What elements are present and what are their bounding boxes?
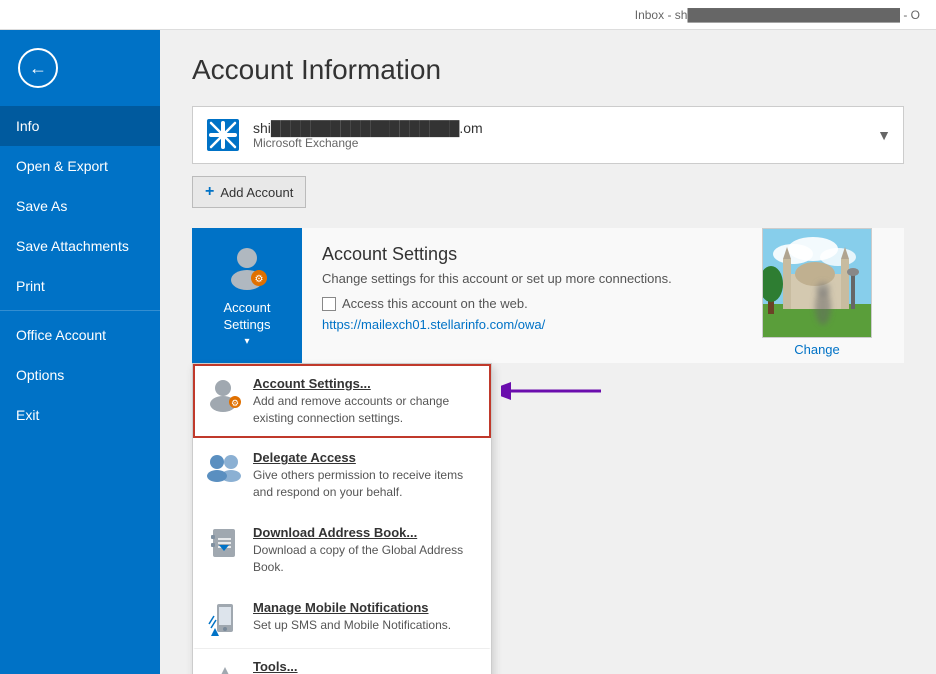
manage-mobile-icon (207, 600, 243, 636)
sidebar-item-save-attachments[interactable]: Save Attachments (0, 226, 160, 266)
account-dropdown-arrow-icon[interactable]: ▼ (877, 127, 891, 143)
account-settings-item-title: Account Settings... (253, 376, 477, 391)
web-access-label: Access this account on the web. (342, 296, 528, 311)
delegate-access-title: Delegate Access (253, 450, 477, 465)
sidebar-divider (0, 310, 160, 311)
back-button[interactable]: ← (8, 38, 68, 98)
account-settings-dropdown-menu: ⚙ Account Settings... Add and remove acc… (192, 363, 492, 674)
add-account-button[interactable]: + Add Account (192, 176, 306, 208)
account-type: Microsoft Exchange (253, 136, 891, 150)
account-settings-icon-button[interactable]: ⚙ Account Settings ▾ (192, 228, 302, 363)
svg-text:⚙: ⚙ (255, 274, 264, 285)
profile-photo-area: Change (762, 228, 872, 357)
download-address-book-text: Download Address Book... Download a copy… (253, 525, 477, 576)
sidebar-nav: Info Open & Export Save As Save Attachme… (0, 106, 160, 435)
sidebar-item-office-account[interactable]: Office Account (0, 315, 160, 355)
account-settings-container: ⚙ Account Settings ▾ Account Settings Ch… (192, 228, 904, 363)
tools-title: Tools... (253, 659, 477, 674)
purple-arrow-annotation (501, 376, 611, 406)
manage-mobile-text: Manage Mobile Notifications Set up SMS a… (253, 600, 477, 634)
plus-icon: + (205, 183, 214, 201)
sidebar-item-open-export[interactable]: Open & Export (0, 146, 160, 186)
account-settings-btn-icon: ⚙ (223, 244, 271, 292)
tools-icon (207, 659, 243, 674)
dropdown-item-download-address-book[interactable]: Download Address Book... Download a copy… (193, 513, 491, 588)
page-title: Account Information (192, 54, 904, 86)
title-bar: Inbox - sh█████████████████████████ - O (0, 0, 936, 30)
sidebar: ← Info Open & Export Save As Save Attach… (0, 30, 160, 674)
delegate-access-icon (207, 450, 243, 486)
delegate-access-text: Delegate Access Give others permission t… (253, 450, 477, 501)
account-info: shi███████████████████.om Microsoft Exch… (253, 120, 891, 150)
delegate-access-desc: Give others permission to receive items … (253, 467, 477, 501)
account-settings-item-text: Account Settings... Add and remove accou… (253, 376, 477, 427)
manage-mobile-desc: Set up SMS and Mobile Notifications. (253, 617, 477, 634)
sidebar-item-options[interactable]: Options (0, 355, 160, 395)
account-settings-btn-label: Account Settings (200, 300, 294, 334)
account-settings-item-desc: Add and remove accounts or change existi… (253, 393, 477, 427)
tools-text: Tools... (253, 659, 477, 674)
account-email-bar: shi███████████████████.om Microsoft Exch… (192, 106, 904, 164)
content-inner: Account Information shi█████████████████… (160, 30, 936, 674)
download-address-book-icon (207, 525, 243, 561)
profile-photo (762, 228, 872, 338)
sidebar-item-print[interactable]: Print (0, 266, 160, 306)
svg-text:⚙: ⚙ (231, 398, 239, 408)
main-layout: ← Info Open & Export Save As Save Attach… (0, 30, 936, 674)
manage-mobile-title: Manage Mobile Notifications (253, 600, 477, 615)
content-area: Account Information shi█████████████████… (160, 30, 936, 674)
sidebar-item-info[interactable]: Info (0, 106, 160, 146)
title-bar-text: Inbox - sh█████████████████████████ - O (635, 8, 920, 22)
download-address-book-desc: Download a copy of the Global Address Bo… (253, 542, 477, 576)
account-settings-dropdown-icon: ▾ (244, 336, 249, 347)
account-email: shi███████████████████.om (253, 120, 891, 136)
dropdown-item-account-settings[interactable]: ⚙ Account Settings... Add and remove acc… (193, 364, 491, 439)
dropdown-item-tools[interactable]: Tools... (193, 648, 491, 674)
change-photo-link[interactable]: Change (794, 342, 840, 357)
account-logo-icon (205, 117, 241, 153)
back-circle-icon: ← (18, 48, 58, 88)
dropdown-item-manage-mobile[interactable]: Manage Mobile Notifications Set up SMS a… (193, 588, 491, 648)
sidebar-item-exit[interactable]: Exit (0, 395, 160, 435)
dropdown-item-delegate-access[interactable]: Delegate Access Give others permission t… (193, 438, 491, 513)
sidebar-item-save-as[interactable]: Save As (0, 186, 160, 226)
web-access-checkbox[interactable] (322, 297, 336, 311)
account-settings-item-icon: ⚙ (207, 376, 243, 412)
download-address-book-title: Download Address Book... (253, 525, 477, 540)
